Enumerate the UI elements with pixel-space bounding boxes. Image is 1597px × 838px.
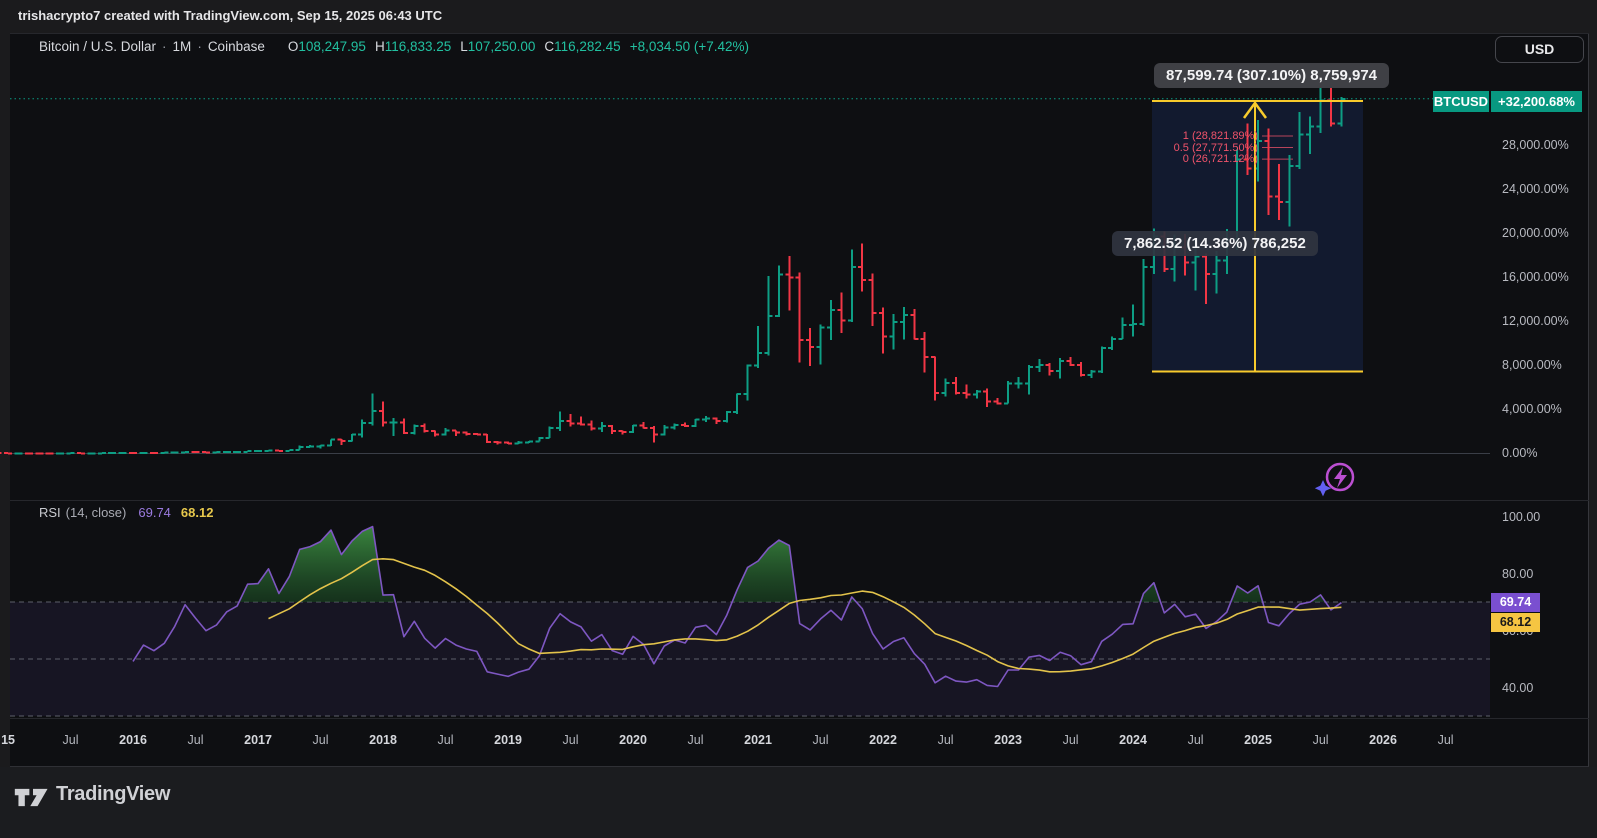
time-axis-tick: 2021 [744,733,772,747]
time-axis-tick: 2016 [119,733,147,747]
interval-label[interactable]: 1M [173,39,192,54]
rsi-axis-tick: 80.00 [1502,567,1533,581]
rsi-axis-tick: 40.00 [1502,681,1533,695]
time-axis-tick: Jul [813,733,829,747]
price-axis-tick: 12,000.00% [1502,314,1569,328]
price-axis-tick: 8,000.00% [1502,358,1562,372]
time-axis-tick: Jul [1188,733,1204,747]
rsi-title[interactable]: RSI [39,505,61,520]
symbol-price-badge: BTCUSD [1433,91,1489,112]
time-axis-tick: Jul [938,733,954,747]
time-axis-tick: 2026 [1369,733,1397,747]
time-axis-tick: Jul [1313,733,1329,747]
rsi-overbought-fill [732,540,797,602]
ohlc-value: 116,833.25 [385,39,452,54]
ohlc-value: 107,250.00 [468,39,536,54]
ohlc-key: C [544,39,554,54]
measurement-tooltip-mid: 7,862.52 (14.36%) 786,252 [1112,231,1318,256]
rsi-value: 69.74 [138,505,171,520]
measurement-tooltip-top: 87,599.74 (307.10%) 8,759,974 [1154,63,1389,88]
rsi-ma-value-badge: 68.12 [1491,613,1540,632]
time-axis-tick: 15 [1,733,15,747]
rsi-ma-value: 68.12 [181,505,214,520]
time-axis-tick: Jul [1438,733,1454,747]
fib-level-label: 0.5 (27,771.50%) [1174,142,1258,154]
time-axis-tick: Jul [63,733,79,747]
rsi-params: (14, close) [66,505,127,520]
symbol-legend[interactable]: Bitcoin / U.S. Dollar · 1M · Coinbase O108,24… [39,39,749,54]
price-axis-tick: 20,000.00% [1502,226,1569,240]
rsi-axis-tick: 100.00 [1502,510,1540,524]
time-axis-tick: Jul [563,733,579,747]
time-axis-tick: 2023 [994,733,1022,747]
price-axis-tick: 0.00% [1502,446,1537,460]
time-axis-tick: Jul [438,733,454,747]
ohlc-values: O108,247.95 H116,833.25 L107,250.00 C116,28… [279,39,621,54]
exchange-label[interactable]: Coinbase [208,39,265,54]
fib-level-label: 0 (26,721.12%) [1183,153,1258,165]
time-axis-tick: Jul [188,733,204,747]
ohlc-key: L [460,39,468,54]
legend-separator: · [197,39,202,54]
current-change-badge: +32,200.68% [1491,91,1582,112]
down-bars[interactable] [0,74,1335,454]
symbol-title[interactable]: Bitcoin / U.S. Dollar [39,39,156,54]
footer: TradingView [0,767,1597,838]
currency-toggle-button[interactable]: USD [1495,36,1584,63]
up-bars[interactable] [0,78,1345,454]
price-axis-tick: 16,000.00% [1502,270,1569,284]
time-axis-tick: Jul [313,733,329,747]
time-axis-tick: Jul [688,733,704,747]
ohlc-value: 108,247.95 [298,39,366,54]
time-axis-tick: 2019 [494,733,522,747]
price-chart-canvas[interactable] [0,0,1597,838]
time-axis-tick: 2020 [619,733,647,747]
tradingview-logo-icon[interactable] [13,785,53,811]
tradingview-logo-text[interactable]: TradingView [56,783,170,806]
time-axis-tick: 2022 [869,733,897,747]
lightning-circle-icon[interactable] [1315,464,1353,496]
time-axis-tick: 2025 [1244,733,1272,747]
fib-level-label: 1 (28,821.89%) [1183,130,1258,142]
price-axis-tick: 4,000.00% [1502,402,1562,416]
change-value: +8,034.50 (+7.42%) [630,39,749,54]
ohlc-key: H [375,39,385,54]
time-axis-tick: Jul [1063,733,1079,747]
price-axis-tick: 24,000.00% [1502,182,1569,196]
ohlc-value: 116,282.45 [554,39,621,54]
rsi-value-badge: 69.74 [1491,593,1540,612]
legend-separator: · [162,39,167,54]
time-axis-tick: 2024 [1119,733,1147,747]
rsi-legend[interactable]: RSI (14, close) 69.74 68.12 [39,505,213,520]
time-axis-tick: 2018 [369,733,397,747]
ohlc-key: O [288,39,299,54]
price-axis-tick: 28,000.00% [1502,138,1569,152]
time-axis-tick: 2017 [244,733,272,747]
